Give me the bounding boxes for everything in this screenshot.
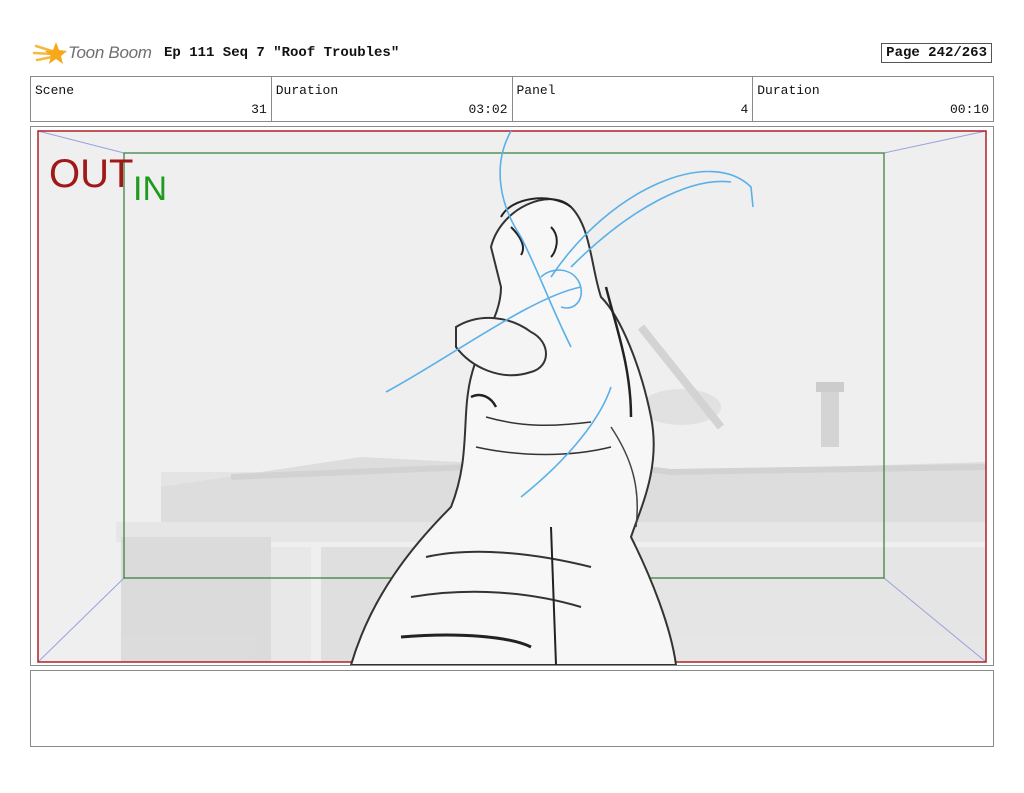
storyboard-panel: OUT IN [30,126,994,666]
panel-duration-label: Duration [757,83,820,98]
panel-value: 4 [740,102,749,117]
in-label: IN [133,170,167,208]
panel-cell: Panel 4 [513,77,754,121]
page-indicator: Page 242/263 [881,43,992,63]
panel-info-row: Scene 31 Duration 03:02 Panel 4 Duration… [30,76,994,122]
storyboard-header: Toon Boom Ep 111 Seq 7 "Roof Troubles" P… [30,38,993,68]
scene-duration-label: Duration [275,83,339,98]
episode-title: Ep 111 Seq 7 "Roof Troubles" [164,45,400,61]
scene-cell: Scene 31 [31,77,272,121]
scene-value: 31 [251,102,267,117]
logo-wordmark: Toon Boom [68,43,152,62]
star-burst-icon [32,42,67,64]
out-label: OUT [49,152,133,196]
scene-duration-value: 03:02 [468,102,508,117]
scene-duration-cell: Duration 03:02 [272,77,513,121]
panel-notes-box [30,670,994,747]
toon-boom-logo: Toon Boom [32,40,162,66]
panel-duration-cell: Duration 00:10 [753,77,993,121]
panel-duration-value: 00:10 [949,102,989,117]
scene-label: Scene [35,83,75,98]
panel-label: Panel [516,83,556,98]
panel-drawing: OUT IN [37,130,987,665]
